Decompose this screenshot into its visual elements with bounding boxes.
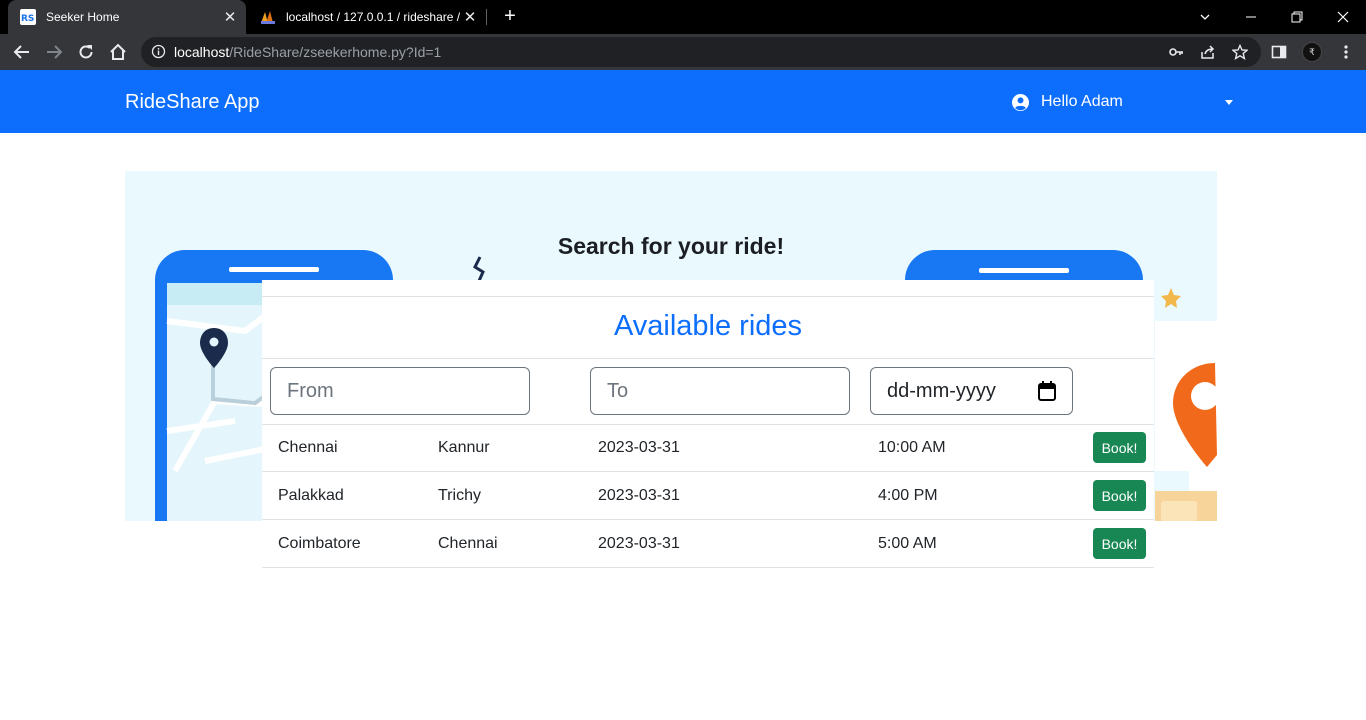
table-row: Chennai Kannur 2023-03-31 10:00 AM Book!: [262, 424, 1154, 472]
url-path: /RideShare/zseekerhome.py?Id=1: [229, 44, 442, 60]
rideshare-favicon-icon: RS: [20, 9, 36, 25]
browser-tab-bar: RS Seeker Home ✕ localhost / 127.0.0.1 /…: [0, 0, 1366, 34]
tab-search-icon[interactable]: [1182, 0, 1228, 34]
from-placeholder: From: [287, 379, 334, 402]
share-icon[interactable]: [1199, 43, 1217, 61]
rides-title: Available rides: [613, 310, 803, 342]
ride-to: Chennai: [438, 535, 498, 552]
ride-date: 2023-03-31: [598, 439, 680, 456]
close-tab-icon[interactable]: ✕: [220, 8, 240, 26]
user-greeting: Hello Adam: [1041, 93, 1123, 110]
new-tab-icon[interactable]: +: [498, 4, 522, 28]
back-icon[interactable]: [8, 38, 36, 66]
divider: [262, 296, 1154, 297]
browser-toolbar: localhost/RideShare/zseekerhome.py?Id=1 …: [0, 34, 1366, 70]
book-button[interactable]: Book!: [1093, 480, 1146, 511]
ride-from: Palakkad: [278, 487, 344, 504]
ride-time: 10:00 AM: [878, 439, 946, 456]
menu-dots-icon[interactable]: [1336, 42, 1356, 62]
ride-date: 2023-03-31: [598, 535, 680, 552]
minimize-icon[interactable]: [1228, 0, 1274, 34]
app-navbar: RideShare App Hello Adam: [0, 70, 1366, 133]
to-placeholder: To: [607, 379, 629, 402]
user-menu[interactable]: Hello Adam: [1012, 93, 1123, 111]
site-info-icon[interactable]: [151, 44, 166, 64]
forward-icon[interactable]: [40, 38, 68, 66]
date-placeholder: dd-mm-yyyy: [887, 379, 996, 402]
profile-avatar-icon[interactable]: ₹: [1302, 42, 1322, 62]
key-icon[interactable]: [1167, 43, 1185, 61]
reload-icon[interactable]: [72, 38, 100, 66]
brand-link[interactable]: RideShare App: [125, 91, 260, 114]
date-input[interactable]: dd-mm-yyyy: [870, 367, 1073, 415]
to-input[interactable]: To: [590, 367, 850, 415]
side-panel-icon[interactable]: [1269, 42, 1289, 62]
ride-to: Trichy: [438, 487, 481, 504]
ride-date: 2023-03-31: [598, 487, 680, 504]
table-row: Palakkad Trichy 2023-03-31 4:00 PM Book!: [262, 472, 1154, 520]
tab-seeker-home[interactable]: RS Seeker Home ✕: [8, 0, 246, 34]
bookmark-star-icon[interactable]: [1231, 43, 1249, 61]
rides-card: Available rides From To dd-mm-yyyy Chenn…: [262, 280, 1154, 570]
tab-separator: [486, 9, 487, 25]
close-tab-icon[interactable]: ✕: [460, 8, 480, 26]
hero-title: Search for your ride!: [557, 233, 785, 259]
book-button[interactable]: Book!: [1093, 528, 1146, 559]
tab-title: localhost / 127.0.0.1 / rideshare /: [286, 10, 460, 24]
book-button[interactable]: Book!: [1093, 432, 1146, 463]
home-icon[interactable]: [104, 38, 132, 66]
calendar-icon[interactable]: [1038, 381, 1056, 401]
url-host: localhost: [174, 44, 230, 60]
ride-from: Chennai: [278, 439, 338, 456]
ride-time: 5:00 AM: [878, 535, 937, 552]
tab-title: Seeker Home: [46, 10, 120, 24]
close-window-icon[interactable]: [1320, 0, 1366, 34]
user-circle-icon: [1012, 93, 1029, 111]
phpmyadmin-favicon-icon: [260, 9, 276, 25]
ride-from: Coimbatore: [278, 535, 361, 552]
dropdown-caret-icon[interactable]: [1225, 100, 1233, 105]
ride-to: Kannur: [438, 439, 490, 456]
table-row: Coimbatore Chennai 2023-03-31 5:00 AM Bo…: [262, 520, 1154, 568]
tab-phpmyadmin[interactable]: localhost / 127.0.0.1 / rideshare / ✕: [248, 0, 486, 34]
from-input[interactable]: From: [270, 367, 530, 415]
url-text: localhost/RideShare/zseekerhome.py?Id=1: [174, 44, 441, 60]
svg-text:RS: RS: [21, 14, 34, 24]
address-bar[interactable]: localhost/RideShare/zseekerhome.py?Id=1: [141, 37, 1261, 67]
ride-time: 4:00 PM: [878, 487, 938, 504]
divider: [262, 358, 1154, 359]
restore-icon[interactable]: [1274, 0, 1320, 34]
